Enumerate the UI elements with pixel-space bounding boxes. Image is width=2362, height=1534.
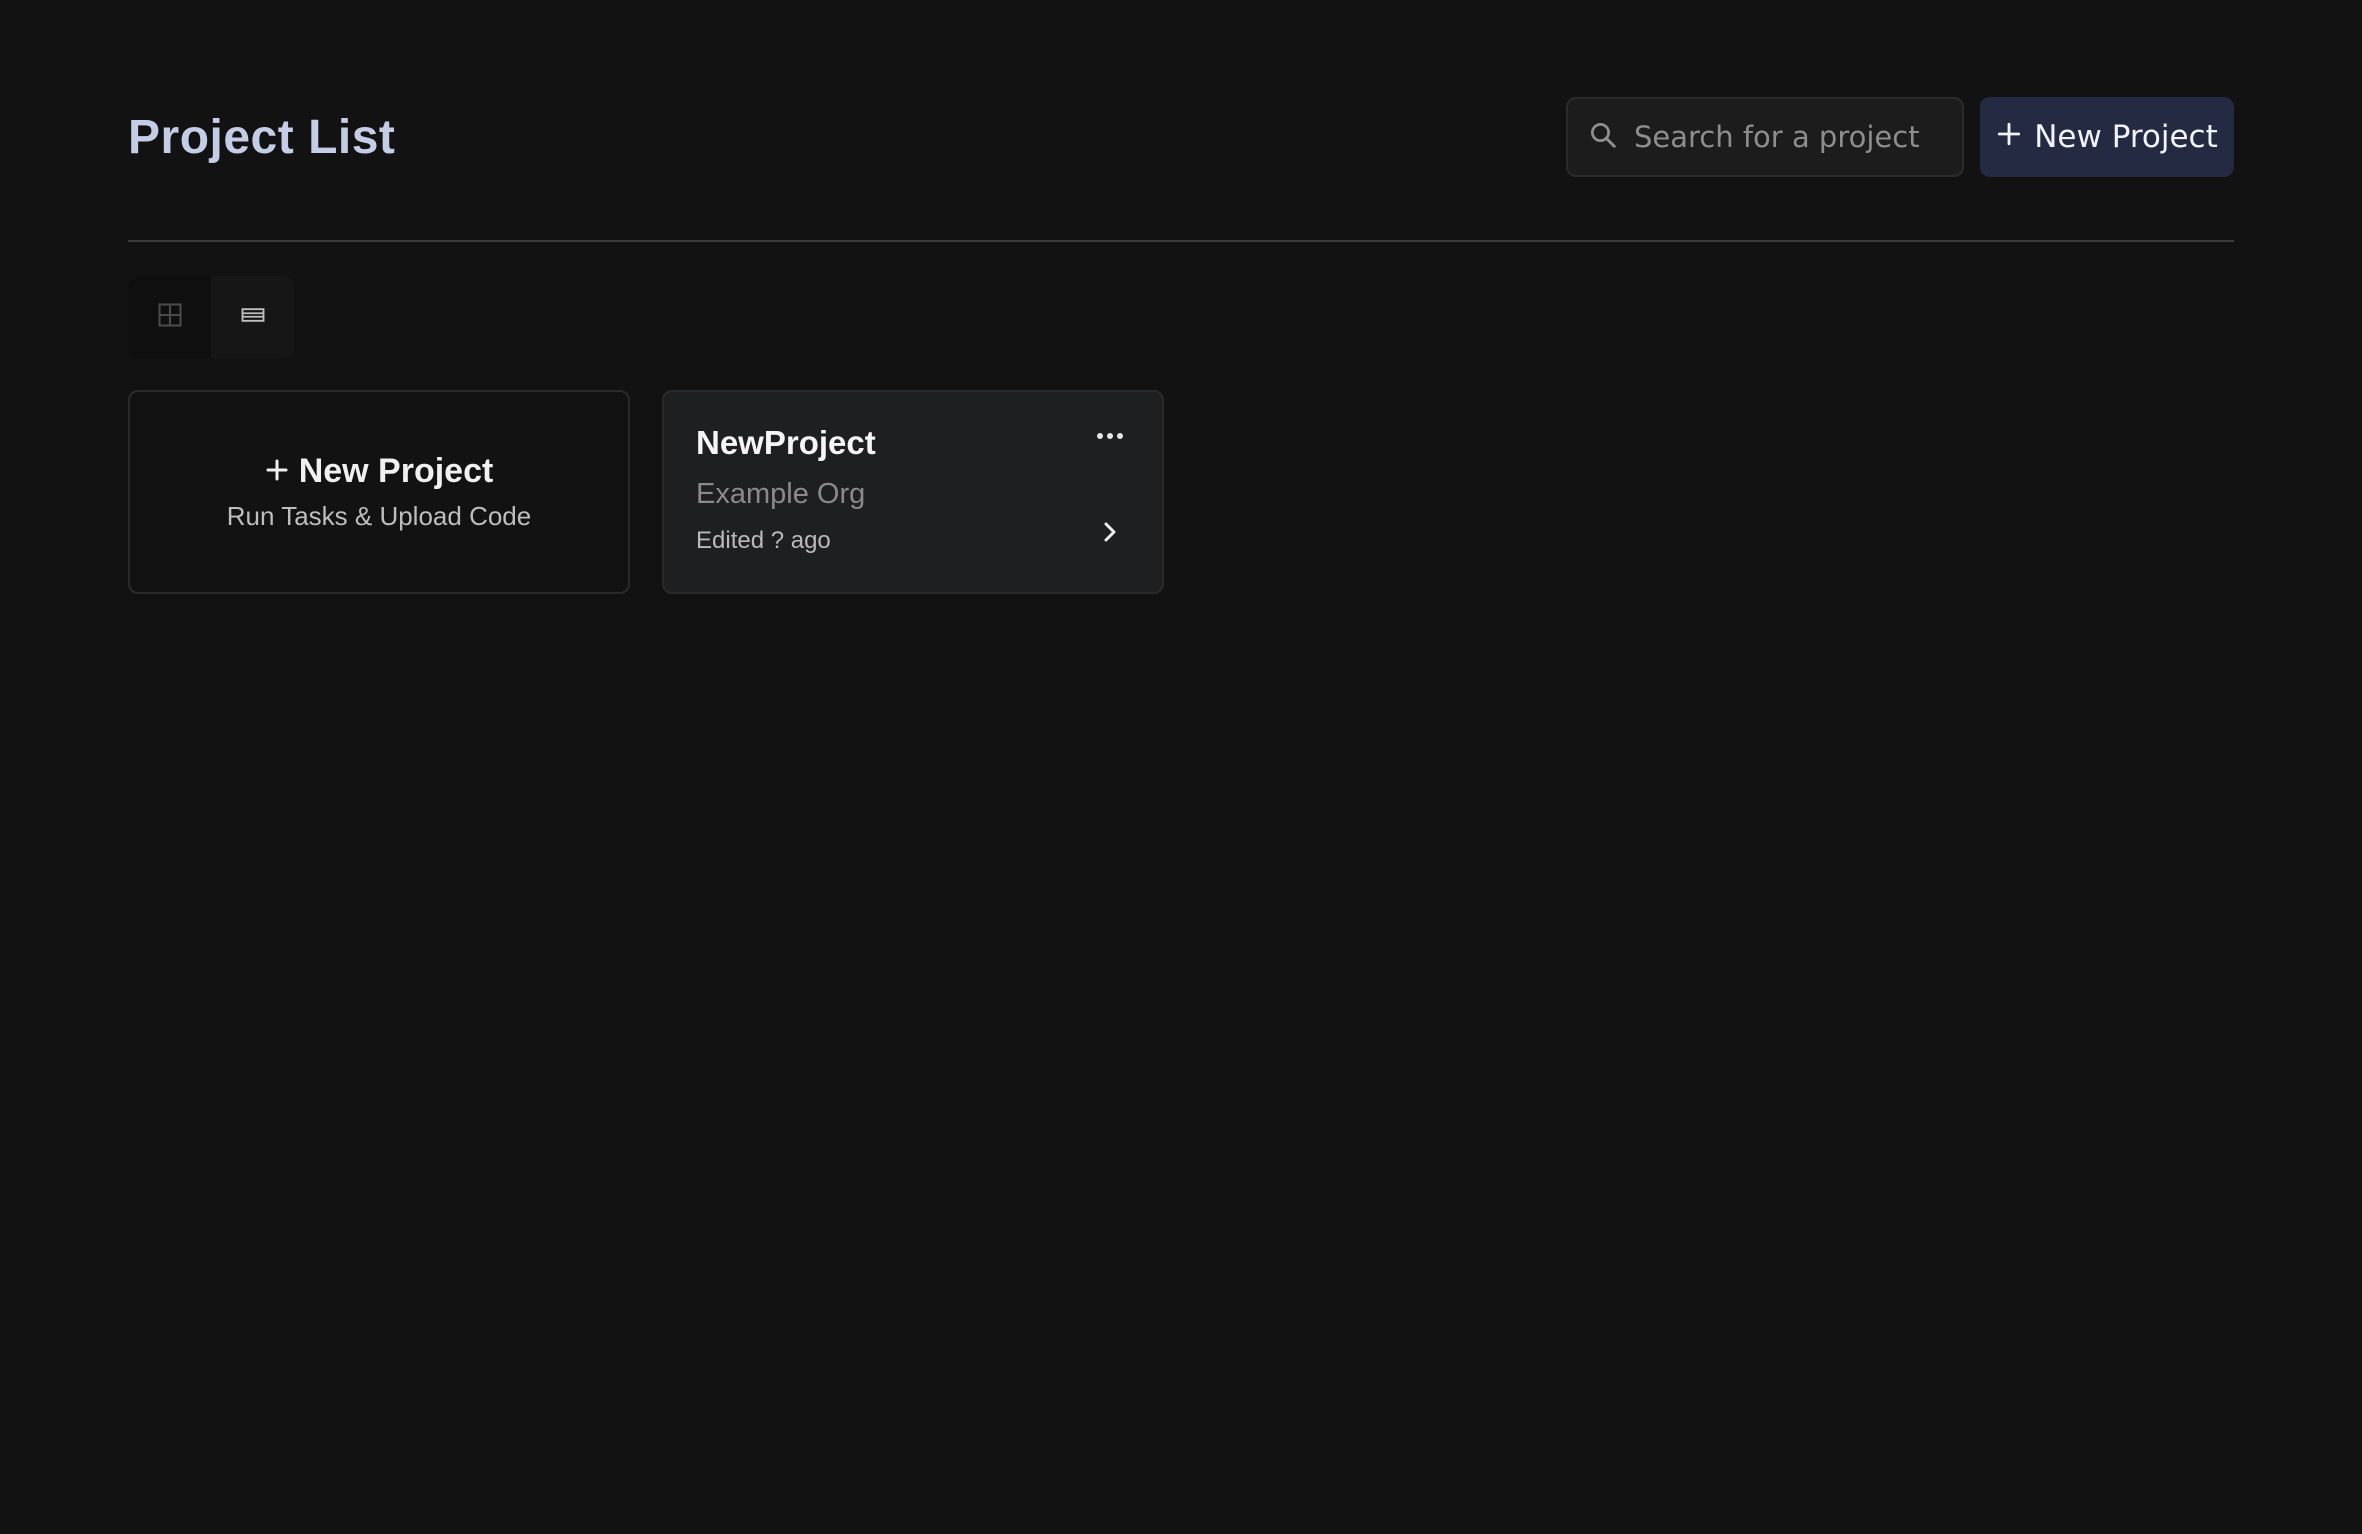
list-icon [239,301,267,334]
project-org: Example Org [696,478,866,510]
new-project-card[interactable]: New Project Run Tasks & Upload Code [128,390,630,594]
page-header: Project List New Projec [128,96,2234,178]
new-project-card-label: New Project [298,452,494,490]
new-project-card-subtitle: Run Tasks & Upload Code [226,501,532,531]
search-input[interactable] [1632,119,1956,155]
project-cards: New Project Run Tasks & Upload Code NewP… [128,390,1164,594]
grid-view-button[interactable] [128,276,211,358]
header-divider [128,240,2234,242]
project-name: NewProject [696,424,876,461]
list-view-button[interactable] [211,276,294,358]
header-actions: New Project [1566,97,2234,177]
plus-icon [265,452,289,491]
page-title: Project List [128,110,396,164]
project-edited-time: Edited ? ago [696,527,831,554]
plus-icon [1996,119,2022,155]
search-box[interactable] [1566,97,1964,177]
project-list-page: Project List New Projec [0,0,2362,1534]
grid-icon [156,301,184,334]
project-card[interactable]: NewProject Example Org Edited ? ago [662,390,1164,594]
search-icon [1588,120,1618,155]
chevron-right-icon[interactable] [1098,518,1122,546]
more-horizontal-icon[interactable] [1094,426,1126,446]
new-project-button[interactable]: New Project [1980,97,2234,177]
view-toggle [128,276,294,358]
new-project-button-label: New Project [2034,119,2218,155]
new-project-card-title: New Project [265,452,494,491]
